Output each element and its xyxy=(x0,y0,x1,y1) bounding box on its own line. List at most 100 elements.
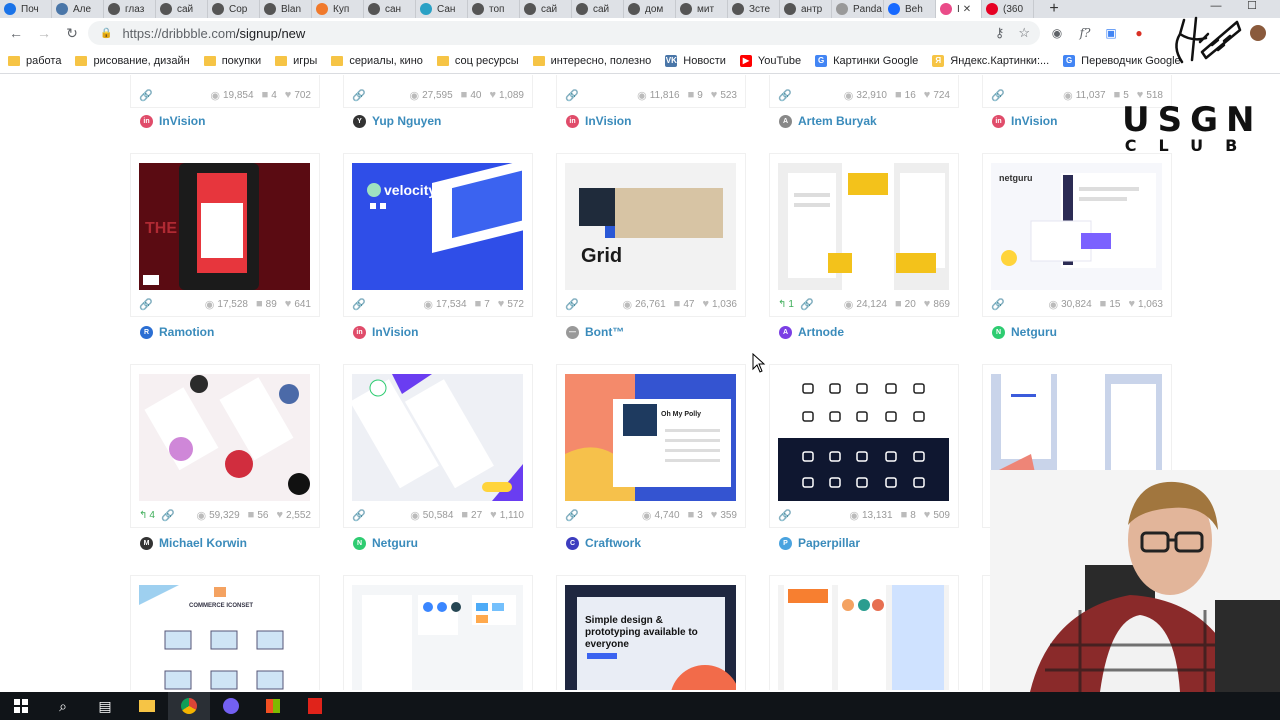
shot-card[interactable]: 🔗 ◉ 13,131 ■ 8 ♥ 509 xyxy=(770,365,958,527)
formula-extension-icon[interactable]: f? xyxy=(1076,24,1094,42)
shot-card[interactable]: 🔗 ◉ 11,816 ■ 9 ♥ 523 xyxy=(557,75,745,107)
shot-author[interactable]: M Michael Korwin xyxy=(140,536,247,550)
shot-author[interactable]: N Netguru xyxy=(992,325,1057,339)
shot-card[interactable] xyxy=(770,576,958,690)
link-icon[interactable]: 🔗 xyxy=(778,89,792,102)
browser-tab[interactable]: сай xyxy=(156,0,208,18)
link-icon[interactable]: 🔗 xyxy=(800,298,814,311)
opera-extension-icon[interactable]: ● xyxy=(1130,24,1148,42)
shot-author[interactable]: in InVision xyxy=(140,114,205,128)
star-icon[interactable]: ☆ xyxy=(1018,25,1030,41)
bookmark-item[interactable]: интересно, полезно xyxy=(532,55,651,67)
bookmark-item[interactable]: работа xyxy=(8,55,61,67)
browser-tab[interactable]: Сан xyxy=(416,0,468,18)
forward-icon[interactable]: → xyxy=(30,19,58,47)
browser-tab[interactable]: антр xyxy=(780,0,832,18)
link-icon[interactable]: 🔗 xyxy=(352,298,366,311)
shot-thumbnail[interactable]: velocity xyxy=(352,163,523,290)
browser-tab[interactable]: (360 xyxy=(982,0,1034,18)
shot-thumbnail[interactable] xyxy=(778,585,949,690)
browser-tab[interactable]: Але xyxy=(52,0,104,18)
bookmark-item[interactable]: соц ресурсы xyxy=(436,55,519,67)
shot-card[interactable] xyxy=(344,576,532,690)
shot-thumbnail[interactable] xyxy=(352,585,523,690)
link-icon[interactable]: 🔗 xyxy=(565,89,579,102)
shot-card[interactable]: velocity 🔗 ◉ 17,534 ■ 7 ♥ 572 xyxy=(344,154,532,316)
shot-author[interactable]: P Paperpillar xyxy=(779,536,860,550)
bookmark-item[interactable]: игры xyxy=(275,55,317,67)
browser-tab[interactable]: мит xyxy=(676,0,728,18)
browser-tab[interactable]: Поч xyxy=(0,0,52,18)
shot-card[interactable]: 🔗 ◉ 19,854 ■ 4 ♥ 702 xyxy=(131,75,319,107)
browser-tab[interactable]: глаз xyxy=(104,0,156,18)
bookmark-item[interactable]: ▶ YouTube xyxy=(739,54,801,67)
shot-author[interactable]: in InVision xyxy=(353,325,418,339)
link-icon[interactable]: 🔗 xyxy=(565,298,579,311)
link-icon[interactable]: 🔗 xyxy=(565,509,579,522)
shot-card[interactable]: Grid 🔗 ◉ 26,761 ■ 47 ♥ 1,036 xyxy=(557,154,745,316)
shot-author[interactable]: Y Yup Nguyen xyxy=(353,114,441,128)
bookmark-item[interactable]: сериалы, кино xyxy=(331,55,423,67)
browser-tab[interactable]: Beh xyxy=(884,0,936,18)
shot-thumbnail[interactable]: netguru xyxy=(991,163,1162,290)
browser-tab[interactable]: Сор xyxy=(208,0,260,18)
close-icon[interactable]: ✕ xyxy=(963,4,971,15)
file-explorer-icon[interactable] xyxy=(126,692,168,720)
store-icon[interactable] xyxy=(252,692,294,720)
bookmark-item[interactable]: G Картинки Google xyxy=(815,54,918,67)
shot-author[interactable]: A Artnode xyxy=(779,325,844,339)
link-icon[interactable]: 🔗 xyxy=(139,298,153,311)
shot-card[interactable]: Oh My Polly 🔗 ◉ 4,740 ■ 3 ♥ 359 xyxy=(557,365,745,527)
browser-tab[interactable]: Panda xyxy=(832,0,884,18)
bookmark-item[interactable]: покупки xyxy=(203,55,261,67)
bookmark-item[interactable]: Я Яндекс.Картинки:... xyxy=(932,54,1049,67)
shot-author[interactable]: C Craftwork xyxy=(566,536,641,550)
rebound-count[interactable]: ↰ 1 xyxy=(778,299,794,310)
link-icon[interactable]: 🔗 xyxy=(991,89,1005,102)
link-icon[interactable]: 🔗 xyxy=(778,509,792,522)
shot-author[interactable]: in InVision xyxy=(992,114,1057,128)
shot-author[interactable]: A Artem Buryak xyxy=(779,114,877,128)
shot-thumbnail[interactable] xyxy=(778,374,949,501)
shot-card[interactable]: ↰ 4 🔗 ◉ 59,329 ■ 56 ♥ 2,552 xyxy=(131,365,319,527)
link-icon[interactable]: 🔗 xyxy=(991,298,1005,311)
bookmark-item[interactable]: рисование, дизайн xyxy=(75,55,190,67)
rebound-count[interactable]: ↰ 4 xyxy=(139,510,155,521)
browser-tab[interactable]: сай xyxy=(572,0,624,18)
task-view-icon[interactable]: ▤ xyxy=(84,692,126,720)
browser-tab[interactable]: Куп xyxy=(312,0,364,18)
shot-thumbnail[interactable]: THE xyxy=(139,163,310,290)
bookmark-item[interactable]: VK Новости xyxy=(665,54,726,67)
shot-thumbnail[interactable]: Simple design & prototyping available to… xyxy=(565,585,736,690)
shot-thumbnail[interactable] xyxy=(352,374,523,501)
key-icon[interactable]: ⚷ xyxy=(995,25,1005,41)
address-bar[interactable]: 🔒 https://dribbble.com/signup/new ⚷ ☆ xyxy=(88,21,1040,45)
browser-tab[interactable]: I ✕ xyxy=(936,0,982,18)
shot-card[interactable]: 🔗 ◉ 50,584 ■ 27 ♥ 1,110 xyxy=(344,365,532,527)
search-icon[interactable]: ⌕ xyxy=(42,692,84,720)
shot-card[interactable]: COMMERCE ICONSET xyxy=(131,576,319,690)
shot-card[interactable]: 🔗 ◉ 32,910 ■ 16 ♥ 724 xyxy=(770,75,958,107)
shot-card[interactable]: 🔗 ◉ 27,595 ■ 40 ♥ 1,089 xyxy=(344,75,532,107)
link-icon[interactable]: 🔗 xyxy=(139,89,153,102)
shot-author[interactable]: R Ramotion xyxy=(140,325,214,339)
shot-thumbnail[interactable] xyxy=(139,374,310,501)
shot-thumbnail[interactable]: Oh My Polly xyxy=(565,374,736,501)
back-icon[interactable]: ← xyxy=(2,19,30,47)
browser-tab[interactable]: сай xyxy=(520,0,572,18)
browser-tab[interactable]: топ xyxy=(468,0,520,18)
shot-thumbnail[interactable]: COMMERCE ICONSET xyxy=(139,585,310,690)
extension-icon[interactable]: ◉ xyxy=(1048,24,1066,42)
chrome-icon[interactable] xyxy=(168,692,210,720)
shot-card[interactable]: Simple design & prototyping available to… xyxy=(557,576,745,690)
browser-tab[interactable]: дом xyxy=(624,0,676,18)
browser-tab[interactable]: сан xyxy=(364,0,416,18)
browser-tab[interactable]: Blan xyxy=(260,0,312,18)
acrobat-icon[interactable] xyxy=(294,692,336,720)
shot-card[interactable]: ↰ 1 🔗 ◉ 24,124 ■ 20 ♥ 869 xyxy=(770,154,958,316)
new-tab-button[interactable]: + xyxy=(1042,0,1066,18)
browser-tab[interactable]: Зсте xyxy=(728,0,780,18)
link-icon[interactable]: 🔗 xyxy=(352,89,366,102)
link-icon[interactable]: 🔗 xyxy=(161,509,175,522)
shot-author[interactable]: N Netguru xyxy=(353,536,418,550)
